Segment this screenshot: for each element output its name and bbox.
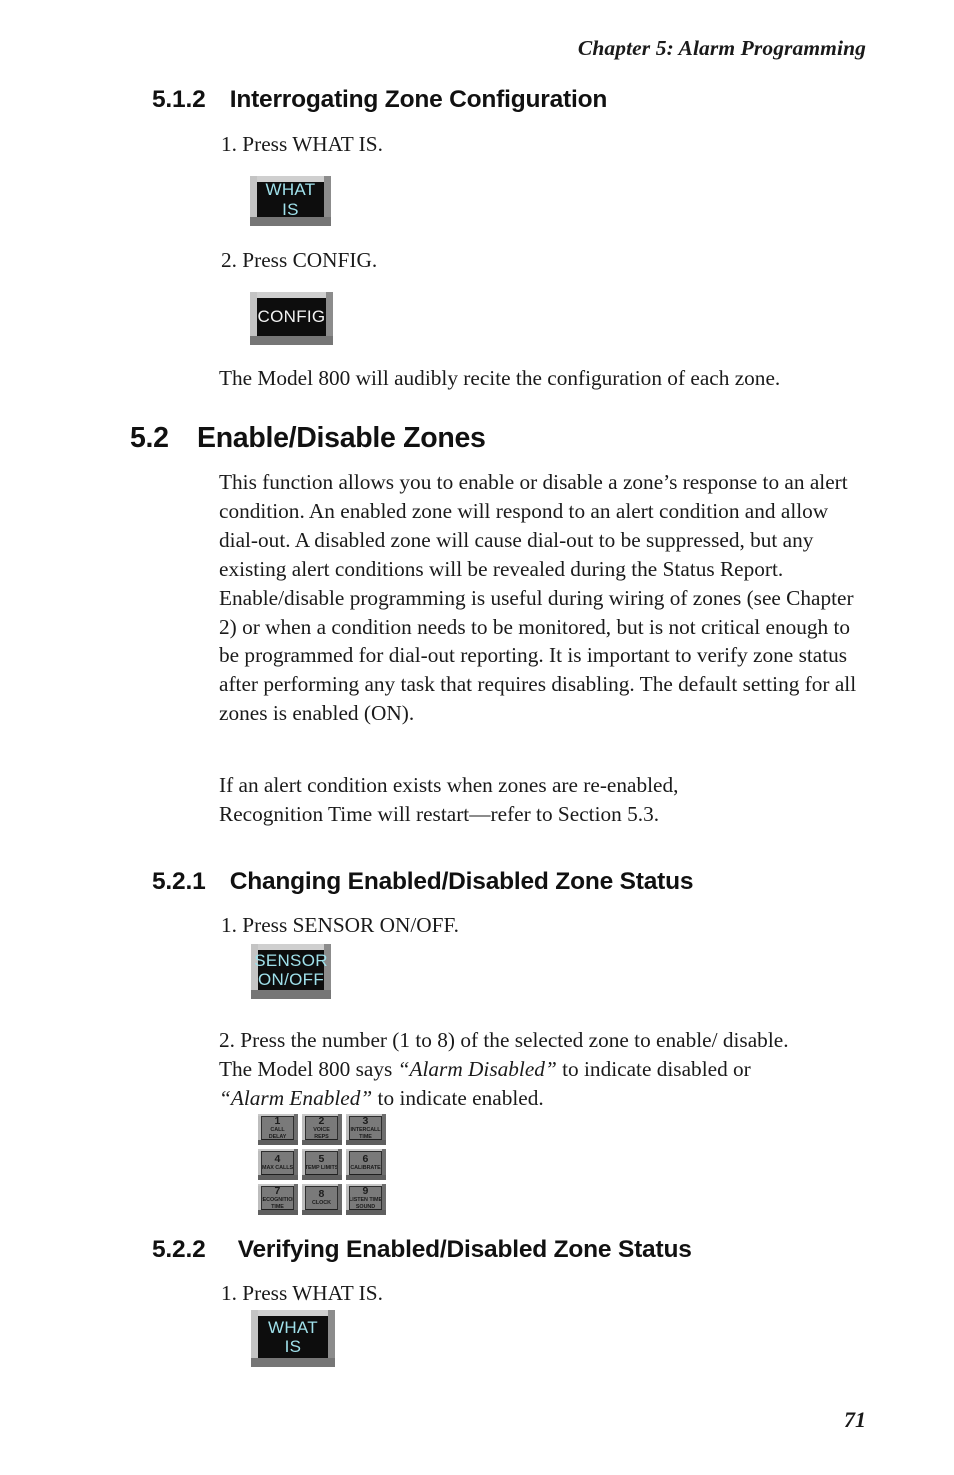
keypad-key-3[interactable]: 3 INTERCALL TIME (346, 1114, 386, 1145)
keypad-key-6-digit: 6 (362, 1153, 369, 1166)
step2-text-mid: to indicate disabled or (556, 1056, 751, 1081)
keypad-key-8-label1: CLOCK (312, 1200, 331, 1207)
sensor-on-off-button-face: SENSOR ON/OFF (254, 950, 327, 990)
keypad-key-3-digit: 3 (362, 1116, 369, 1128)
keypad-key-6-label1: CALIBRATE (350, 1165, 381, 1172)
what-is-button-1-line2: IS (282, 199, 299, 219)
key-bevel-bottom (302, 1175, 342, 1180)
enable-disable-paragraph-1: This function allows you to enable or di… (219, 470, 857, 726)
keypad-key-1-face: 1 CALL DELAY (261, 1116, 294, 1140)
heading-5-2-2-title: Verifying Enabled/Disabled Zone Status (237, 1236, 692, 1263)
heading-5-2-2-number: 5.2.2 (152, 1236, 206, 1263)
keypad-key-1-label2: DELAY (268, 1133, 287, 1140)
key-bevel-bottom (258, 1175, 298, 1180)
keypad-key-2-label2: REPS (314, 1133, 329, 1140)
keypad-key-8[interactable]: 8 CLOCK (302, 1184, 342, 1215)
keypad-key-2-face: 2 VOICE REPS (305, 1116, 338, 1140)
keypad-key-5[interactable]: 5 TEMP LIMITS (302, 1149, 342, 1180)
heading-5-1-2: 5.1.2 Interrogating Zone Configuration (152, 86, 607, 114)
keypad-key-9[interactable]: 9 LISTEN TIME SOUND (346, 1184, 386, 1215)
what-is-button-2[interactable]: WHAT IS (251, 1310, 335, 1367)
keypad-key-3-label2: TIME (359, 1133, 372, 1140)
step2-quote-alarm-disabled: “Alarm Disabled” (397, 1056, 557, 1081)
key-bevel-bottom (251, 1358, 335, 1367)
what-is-button-2-line1: WHAT (268, 1317, 318, 1337)
keypad-key-4-face: 4 MAX CALLS (261, 1151, 294, 1175)
step-press-sensor-on-off: 1. Press SENSOR ON/OFF. (221, 913, 459, 937)
heading-5-2: 5.2 Enable/Disable Zones (130, 422, 486, 455)
keypad-key-7-label2: TIME (271, 1203, 284, 1210)
key-bevel-bottom (346, 1210, 386, 1215)
key-bevel-bottom (346, 1140, 386, 1145)
keypad-key-7-face: 7 RECOGNITION TIME (261, 1186, 294, 1210)
keypad-key-1[interactable]: 1 CALL DELAY (258, 1114, 298, 1145)
keypad-key-2-digit: 2 (318, 1116, 325, 1128)
step-press-what-is-1: 1. Press WHAT IS. (221, 132, 383, 156)
step2-text-post: to indicate enabled. (372, 1085, 544, 1110)
key-bevel-bottom (346, 1175, 386, 1180)
what-is-button-1-face: WHAT IS (257, 180, 324, 219)
sensor-on-off-button[interactable]: SENSOR ON/OFF (251, 944, 331, 999)
heading-5-2-number: 5.2 (130, 422, 169, 454)
model-800-recite-text: The Model 800 will audibly recite the co… (219, 366, 781, 390)
heading-5-2-2: 5.2.2 Verifying Enabled/Disabled Zone St… (152, 1236, 692, 1264)
keypad-key-7-digit: 7 (274, 1186, 281, 1198)
what-is-button-2-face: WHAT IS (258, 1316, 328, 1358)
keypad-key-7[interactable]: 7 RECOGNITION TIME (258, 1184, 298, 1215)
keypad-key-9-label2: SOUND (355, 1203, 376, 1210)
key-bevel-bottom (258, 1140, 298, 1145)
keypad-key-1-digit: 1 (274, 1116, 281, 1128)
keypad-key-4[interactable]: 4 MAX CALLS (258, 1149, 298, 1180)
what-is-button-2-line2: IS (284, 1337, 302, 1356)
heading-5-2-1-number: 5.2.1 (152, 868, 206, 895)
keypad-key-3-face: 3 INTERCALL TIME (349, 1116, 382, 1140)
key-bevel-bottom (302, 1210, 342, 1215)
keypad-key-4-label1: MAX CALLS (262, 1165, 293, 1172)
config-button-line1: CONFIG (257, 307, 326, 327)
step-press-what-is-2: 1. Press WHAT IS. (221, 1281, 383, 1305)
heading-5-1-2-title: Interrogating Zone Configuration (229, 86, 608, 113)
what-is-button-1[interactable]: WHAT IS (250, 176, 331, 226)
document-page: Chapter 5: Alarm Programming 5.1.2 Inter… (0, 0, 954, 1475)
step-press-number-zone: 2. Press the number (1 to 8) of the sele… (219, 1026, 807, 1113)
numeric-keypad[interactable]: 1 CALL DELAY 2 VOICE REPS 3 INTERCALL TI… (258, 1114, 386, 1215)
key-bevel-bottom (250, 336, 333, 345)
page-number: 71 (844, 1407, 866, 1432)
sensor-on-off-button-line2: ON/OFF (258, 970, 325, 989)
heading-5-2-title: Enable/Disable Zones (196, 422, 486, 454)
step2-quote-alarm-enabled: “Alarm Enabled” (219, 1085, 373, 1110)
keypad-key-5-digit: 5 (318, 1153, 325, 1166)
heading-5-1-2-number: 5.1.2 (152, 86, 206, 113)
keypad-key-6-face: 6 CALIBRATE (349, 1151, 382, 1175)
config-button[interactable]: CONFIG (250, 292, 333, 345)
keypad-key-9-digit: 9 (362, 1186, 369, 1198)
key-bevel-bottom (251, 990, 331, 999)
sensor-on-off-button-line1: SENSOR (254, 950, 328, 970)
heading-5-2-1-title: Changing Enabled/Disabled Zone Status (229, 868, 694, 895)
keypad-key-9-face: 9 LISTEN TIME SOUND (349, 1186, 382, 1210)
keypad-key-5-label1: TEMP LIMITS (305, 1165, 338, 1172)
key-bevel-bottom (302, 1140, 342, 1145)
keypad-key-2[interactable]: 2 VOICE REPS (302, 1114, 342, 1145)
running-head: Chapter 5: Alarm Programming (577, 36, 866, 60)
keypad-key-8-digit: 8 (318, 1188, 325, 1201)
keypad-key-8-face: 8 CLOCK (305, 1186, 338, 1210)
what-is-button-1-line1: WHAT (265, 180, 316, 200)
keypad-key-6[interactable]: 6 CALIBRATE (346, 1149, 386, 1180)
heading-5-2-1: 5.2.1 Changing Enabled/Disabled Zone Sta… (152, 868, 694, 896)
enable-disable-paragraph-2: If an alert condition exists when zones … (219, 773, 679, 826)
keypad-key-4-digit: 4 (274, 1153, 281, 1166)
config-button-face: CONFIG (257, 298, 326, 336)
keypad-key-5-face: 5 TEMP LIMITS (305, 1151, 338, 1175)
key-bevel-bottom (258, 1210, 298, 1215)
step-press-config: 2. Press CONFIG. (221, 248, 378, 272)
